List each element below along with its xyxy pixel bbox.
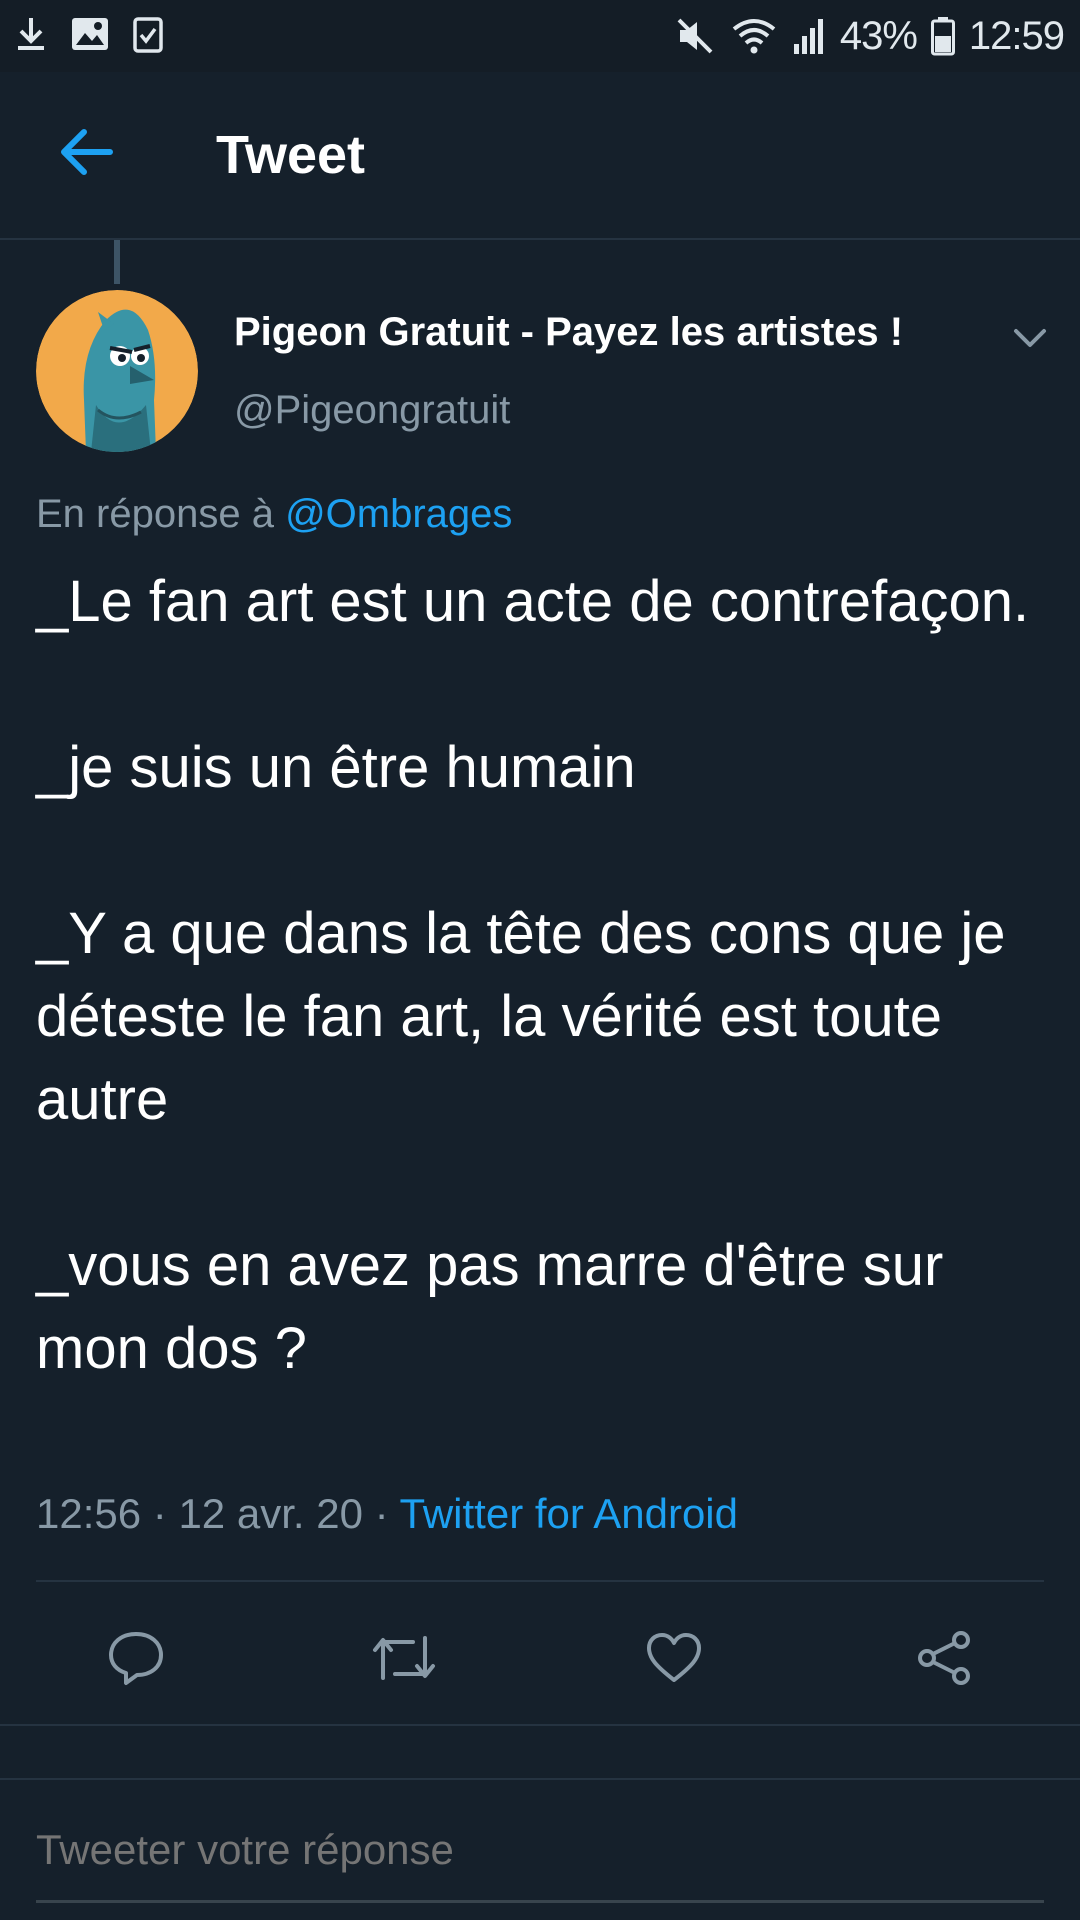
avatar[interactable]: [36, 290, 198, 452]
wifi-icon: [732, 19, 776, 54]
tweet-actions: [0, 1618, 1080, 1698]
reply-mention-link[interactable]: @Ombrages: [285, 492, 512, 536]
system-indicators: 43% 12:59: [674, 8, 1065, 64]
download-icon: [18, 18, 44, 50]
tweet-meta: 12:56 · 12 avr. 20 · Twitter for Android: [36, 1490, 738, 1538]
tweet-text: _Le fan art est un acte de contrefaçon. …: [36, 560, 1046, 1390]
meta-separator: ·: [374, 1490, 389, 1537]
divider: [0, 1778, 1080, 1780]
heart-icon: [647, 1633, 701, 1682]
clock: 12:59: [968, 13, 1065, 58]
reply-icon: [109, 1632, 163, 1685]
battery-icon: [930, 17, 955, 56]
reply-input-underline: [36, 1900, 1044, 1903]
notification-icons: [14, 14, 164, 54]
image-icon: [72, 18, 108, 50]
signal-icon: [793, 19, 823, 54]
reply-prefix: En réponse à: [36, 492, 274, 536]
share-button[interactable]: [904, 1618, 984, 1698]
share-icon: [918, 1631, 970, 1685]
divider: [36, 1580, 1044, 1582]
tweet-paragraph: _Le fan art est un acte de contrefaçon.: [36, 569, 1030, 634]
thread-connector-line: [114, 240, 120, 284]
battery-percent: 43%: [839, 13, 918, 58]
tweet-time: 12:56: [36, 1490, 142, 1537]
tweet-paragraph: _je suis un être humain: [36, 735, 636, 800]
tweet-paragraph: _Y a que dans la tête des cons que je dé…: [36, 901, 1006, 1132]
back-arrow-icon[interactable]: [56, 122, 116, 182]
tweet-source-link[interactable]: Twitter for Android: [400, 1490, 738, 1537]
reply-input[interactable]: [36, 1826, 1044, 1874]
task-check-icon: [133, 17, 163, 53]
tweet-date: 12 avr. 20: [178, 1490, 363, 1537]
chevron-down-icon[interactable]: [1012, 320, 1048, 356]
tweet-paragraph: _vous en avez pas marre d'être sur mon d…: [36, 1233, 944, 1381]
app-bar: Tweet: [0, 72, 1080, 240]
page-title: Tweet: [216, 125, 366, 185]
author-handle[interactable]: @Pigeongratuit: [234, 388, 510, 433]
mute-icon: [677, 18, 713, 54]
retweet-icon: [373, 1636, 435, 1680]
retweet-button[interactable]: [364, 1618, 444, 1698]
status-bar: 43% 12:59: [0, 0, 1080, 72]
reply-context: En réponse à @Ombrages: [36, 492, 512, 537]
divider: [0, 1724, 1080, 1726]
author-name[interactable]: Pigeon Gratuit - Payez les artistes !: [234, 310, 903, 355]
like-button[interactable]: [634, 1618, 714, 1698]
meta-separator: ·: [152, 1490, 167, 1537]
reply-button[interactable]: [96, 1618, 176, 1698]
